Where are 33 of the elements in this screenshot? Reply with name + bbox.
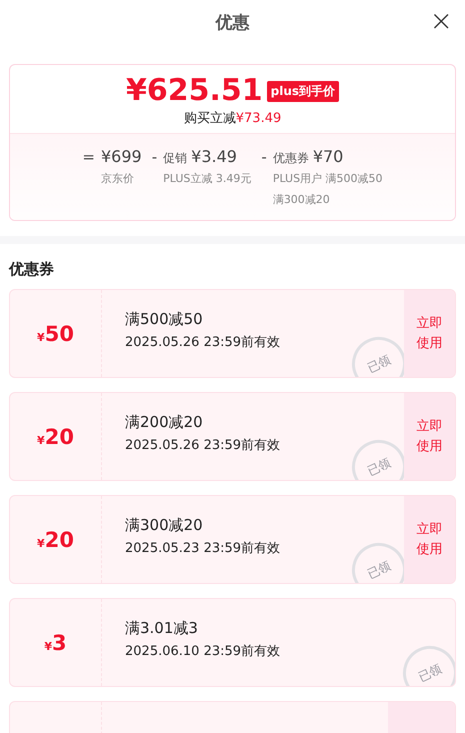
coupon-validity: 2025.05.23 23:59前有效 — [125, 540, 282, 557]
close-button[interactable]: × — [426, 6, 457, 36]
breakdown-label: 优惠券 — [272, 150, 309, 167]
operator-sign: = — [82, 147, 95, 168]
page-title: 优惠 — [216, 12, 250, 34]
coupon-value: ¥20 — [37, 528, 74, 552]
coupon-condition: 满500减50 — [125, 310, 204, 329]
breakdown-amount: ¥70 — [312, 146, 344, 168]
coupon-validity: 2025.05.26 23:59前有效 — [125, 437, 282, 454]
coupon-value: ¥20 — [37, 424, 74, 448]
coupon-condition: 满200减20 — [125, 413, 204, 432]
use-button[interactable]: 立即使用 — [404, 496, 455, 583]
operator-sign: - — [152, 147, 158, 168]
use-button[interactable]: 立即使用 — [404, 290, 455, 377]
breakdown-note: 满300减20 — [272, 192, 331, 208]
coupon-validity: 2025.06.10 23:59前有效 — [125, 643, 282, 660]
final-price: ¥625.51 — [126, 73, 263, 109]
operator-sign: - — [261, 147, 267, 168]
breakdown-note: PLUS用户 满500减50 — [272, 171, 383, 187]
coupon-value: ¥3 — [44, 630, 67, 654]
coupon-condition: 满300减20 — [125, 516, 204, 535]
breakdown-note: PLUS立减 3.49元 — [163, 171, 252, 187]
breakdown-note: 京东价 — [101, 171, 135, 187]
coupon-value: ¥50 — [37, 322, 74, 346]
saving-text: 购买立减¥73.49 — [184, 110, 282, 127]
breakdown-amount: ¥699 — [101, 146, 142, 168]
section-title: 优惠券 — [8, 259, 55, 280]
breakdown-label: 促销 — [163, 150, 188, 167]
coupon-validity: 2025.05.26 23:59前有效 — [125, 334, 282, 351]
use-button[interactable]: 立即使用 — [404, 393, 455, 480]
coupon-condition: 满3.01减3 — [125, 619, 199, 638]
price-badge: plus到手价 — [266, 80, 340, 102]
breakdown-amount: ¥3.49 — [191, 146, 237, 168]
